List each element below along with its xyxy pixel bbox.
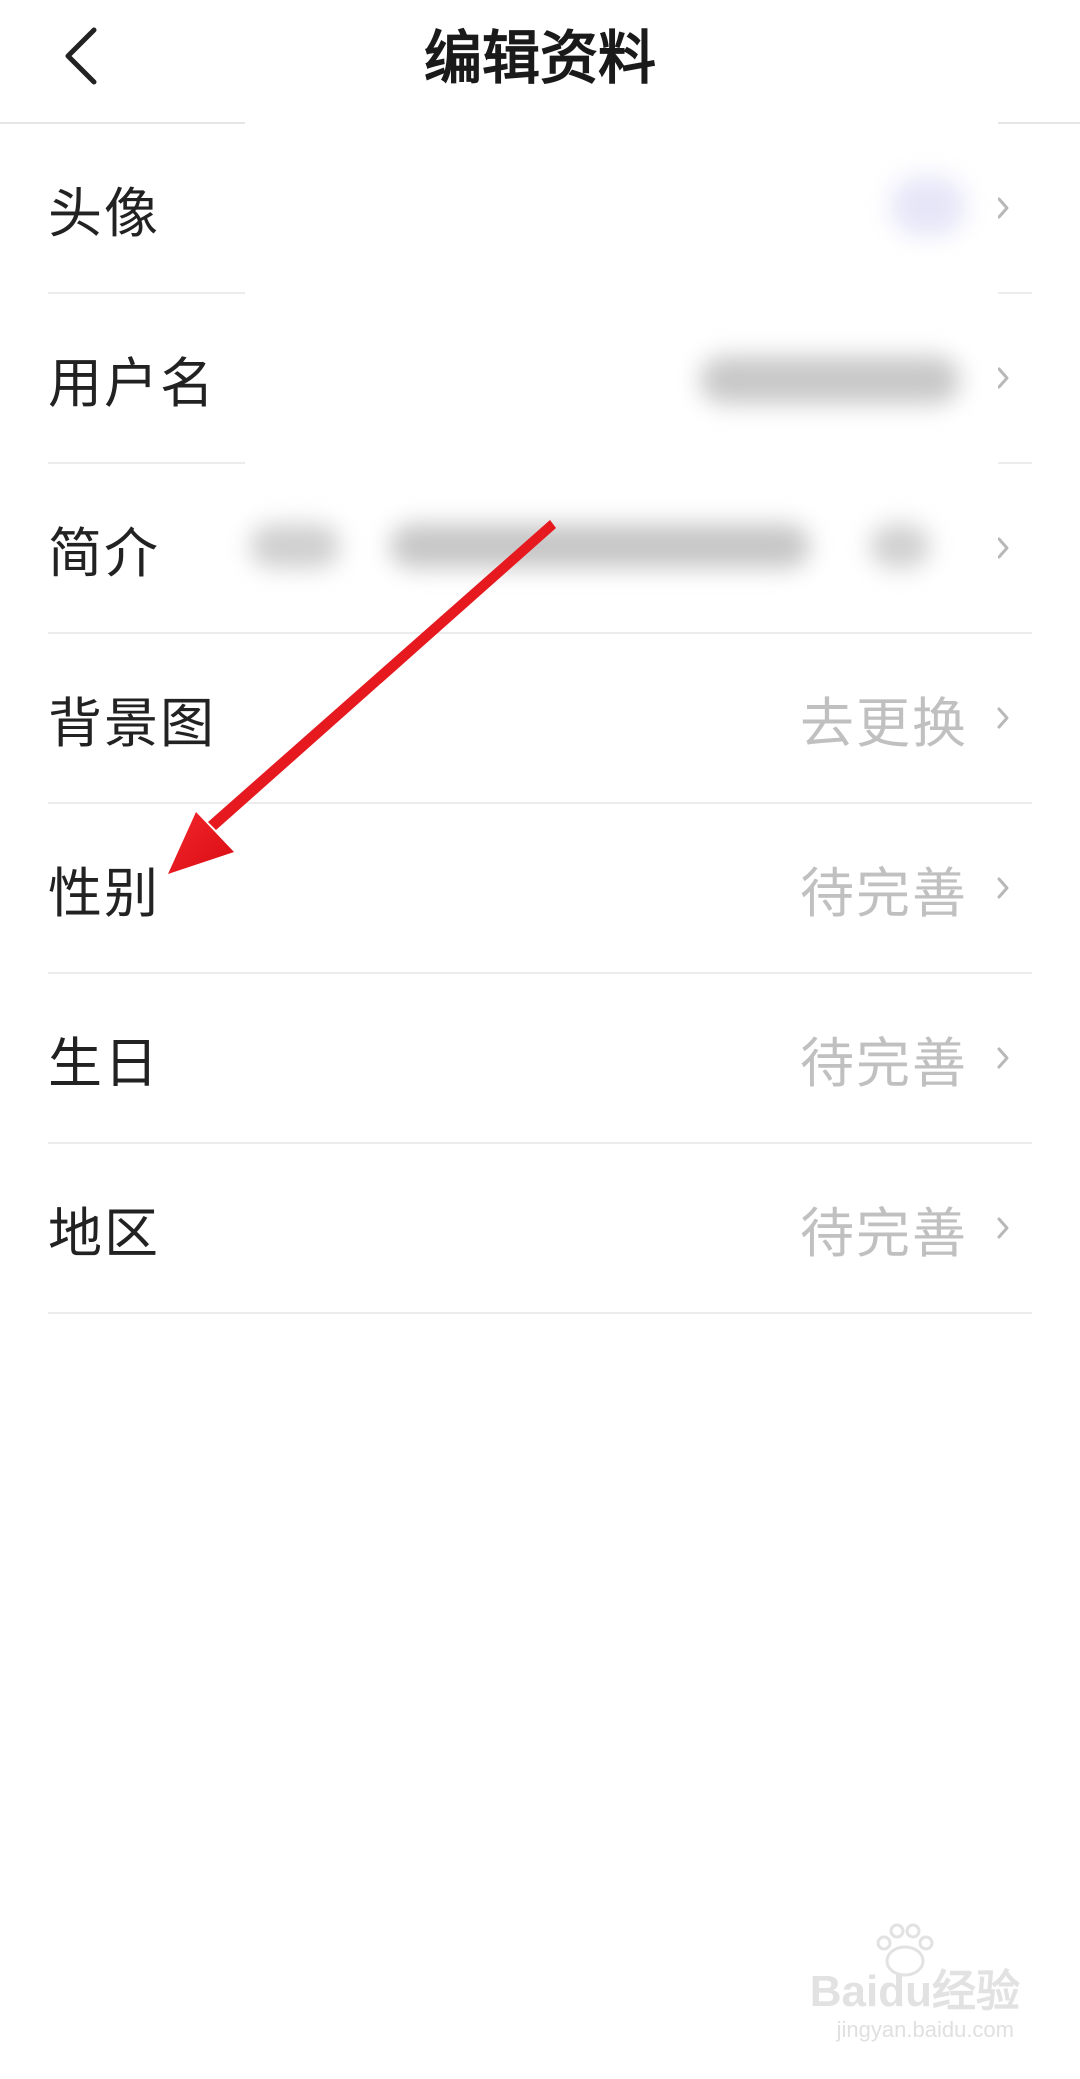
row-region[interactable]: 地区 待完善 — [48, 1144, 1032, 1314]
row-label-avatar: 头像 — [48, 181, 160, 245]
blurred-username — [700, 356, 960, 404]
row-value-background: 去更换 — [800, 691, 968, 755]
blurred-bio-1 — [250, 524, 340, 568]
chevron-right-icon — [996, 875, 1010, 901]
row-label-background: 背景图 — [48, 691, 216, 755]
row-value-region: 待完善 — [800, 1201, 968, 1265]
row-background-image[interactable]: 背景图 去更换 — [48, 634, 1032, 804]
row-label-gender: 性别 — [48, 861, 160, 925]
row-value-birthday: 待完善 — [800, 1031, 968, 1095]
chevron-right-icon — [996, 535, 1010, 561]
chevron-right-icon — [996, 1215, 1010, 1241]
row-birthday[interactable]: 生日 待完善 — [48, 974, 1032, 1144]
blurred-bio-2 — [390, 524, 810, 568]
page-title: 编辑资料 — [423, 24, 656, 92]
row-label-birthday: 生日 — [48, 1031, 160, 1095]
chevron-right-icon — [996, 195, 1010, 221]
watermark-brand: Baidu经验 — [809, 1967, 1020, 2016]
chevron-right-icon — [996, 705, 1010, 731]
watermark-url: jingyan.baidu.com — [836, 2017, 1014, 2042]
chevron-right-icon — [996, 1045, 1010, 1071]
row-label-region: 地区 — [48, 1201, 160, 1265]
row-label-bio: 简介 — [48, 521, 160, 585]
row-gender[interactable]: 性别 待完善 — [48, 804, 1032, 974]
chevron-right-icon — [996, 365, 1010, 391]
blurred-bio-3 — [870, 524, 930, 568]
blurred-avatar — [890, 176, 966, 236]
row-label-username: 用户名 — [48, 351, 216, 415]
row-value-gender: 待完善 — [800, 861, 968, 925]
edit-profile-screen: 编辑资料 头像 用户名 简介 背景图 去更换 性别 待完善 生日 待完善 地区 … — [0, 0, 1080, 2079]
nav-bar: 编辑资料 — [0, 0, 1080, 124]
baidu-watermark: Baidu经验 jingyan.baidu.com — [800, 1923, 1020, 2057]
